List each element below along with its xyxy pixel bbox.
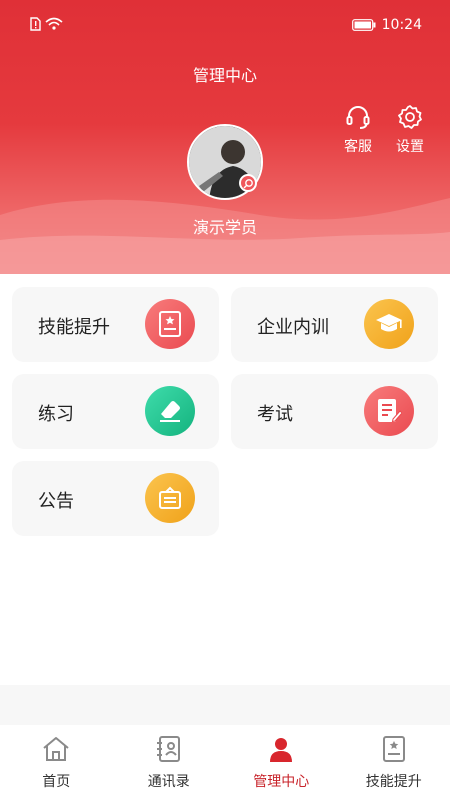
gear-icon: [398, 105, 422, 129]
eraser-icon: [145, 386, 195, 436]
tab-label: 技能提升: [365, 774, 422, 790]
card-practice[interactable]: 练习: [12, 374, 219, 449]
settings-button[interactable]: 设置: [390, 104, 430, 156]
card-enterprise-training[interactable]: 企业内训: [231, 287, 438, 362]
username: 演示学员: [192, 218, 257, 237]
battery-icon: [351, 19, 376, 31]
card-label: 企业内训: [257, 317, 329, 338]
user-icon: [270, 738, 293, 762]
page-title: 管理中心: [192, 66, 257, 85]
tab-label: 通讯录: [147, 774, 190, 790]
customer-service-label: 客服: [344, 139, 372, 155]
tab-label: 首页: [42, 774, 71, 790]
card-skill-upgrade[interactable]: 技能提升: [12, 287, 219, 362]
status-time: 10:24: [381, 17, 422, 33]
card-label: 练习: [38, 404, 74, 425]
wifi-icon: [45, 17, 63, 30]
tab-label: 管理中心: [253, 774, 310, 790]
graduation-cap-icon: [364, 299, 414, 349]
sim-alert-icon: [30, 17, 41, 31]
content-footer-band: [0, 685, 450, 725]
customer-service-button[interactable]: 客服: [338, 104, 378, 156]
tab-skill-upgrade[interactable]: 技能提升: [338, 725, 450, 800]
certificate-icon: [145, 299, 195, 349]
card-label: 公告: [38, 491, 74, 512]
profile-header: 10:24 管理中心 客服 设置 演示学员: [0, 0, 450, 274]
avatar-badge: [239, 174, 257, 192]
tab-home[interactable]: 首页: [0, 725, 113, 800]
contacts-icon: [156, 736, 180, 762]
headset-icon: [346, 106, 370, 129]
notice-board-icon: [145, 473, 195, 523]
certificate-icon: [382, 736, 405, 762]
tab-contacts[interactable]: 通讯录: [113, 725, 226, 800]
card-label: 技能提升: [38, 317, 110, 338]
card-label: 考试: [257, 404, 293, 425]
tab-management-center[interactable]: 管理中心: [225, 725, 338, 800]
card-announcement[interactable]: 公告: [12, 461, 219, 536]
card-exam[interactable]: 考试: [231, 374, 438, 449]
exam-paper-icon: [364, 386, 414, 436]
bottom-tab-bar: 首页 通讯录 管理中心 技能提升: [0, 725, 450, 800]
home-icon: [43, 737, 69, 761]
status-bar: 10:24: [0, 0, 450, 52]
search-icon: [243, 179, 253, 189]
settings-label: 设置: [396, 139, 424, 155]
